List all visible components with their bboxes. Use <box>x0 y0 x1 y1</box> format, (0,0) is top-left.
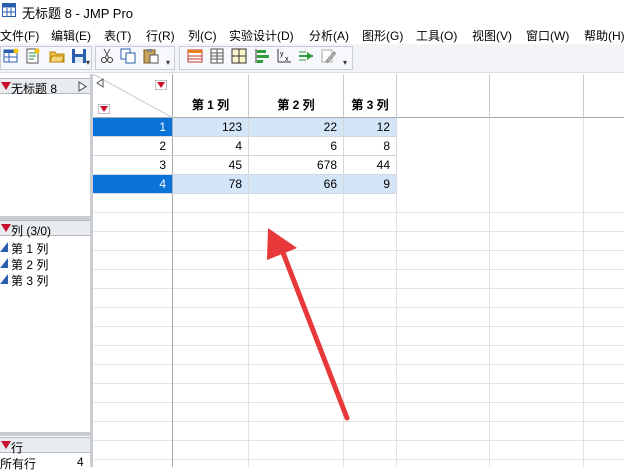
columns-count-label: 列 (3/0) <box>11 224 52 238</box>
menu-file[interactable]: 文件(F) <box>0 27 39 44</box>
svg-text:y: y <box>280 51 284 58</box>
grid-vline <box>343 194 344 467</box>
grid-icon[interactable] <box>231 48 247 64</box>
left-panel: 无标题 8 列 (3/0) 第 1 列 第 2 列 第 3 列 行 所有行 4 <box>0 74 90 471</box>
row-header-border <box>172 194 173 467</box>
title-bar: 无标题 8 - JMP Pro <box>0 0 624 22</box>
menu-rows[interactable]: 行(R) <box>146 27 175 44</box>
all-rows-label: 所有行 <box>0 457 37 471</box>
collapse-arrow-icon[interactable] <box>78 81 87 92</box>
red-triangle-menu-icon[interactable] <box>1 82 11 91</box>
toolbar-overflow-icon[interactable]: ▾ <box>86 58 90 67</box>
grid-corner[interactable] <box>93 74 173 118</box>
empty-column-header[interactable] <box>584 74 624 118</box>
column-header[interactable]: 第 3 列 <box>344 74 397 118</box>
menu-view[interactable]: 视图(V) <box>472 27 512 44</box>
data-table-icon[interactable] <box>187 48 203 64</box>
new-table-icon[interactable] <box>3 48 19 64</box>
table-cell[interactable]: 66 <box>249 175 344 194</box>
menu-bar: 文件(F) 编辑(E) 表(T) 行(R) 列(C) 实验设计(D) 分析(A)… <box>0 24 624 44</box>
menu-edit[interactable]: 编辑(E) <box>51 27 91 44</box>
spreadsheet-icon[interactable] <box>209 48 225 64</box>
window-title: 无标题 8 - JMP Pro <box>22 6 134 21</box>
menu-window[interactable]: 窗口(W) <box>526 27 569 44</box>
row-header[interactable]: 1 <box>93 118 173 137</box>
toolbar-overflow-icon-2[interactable]: ▾ <box>166 58 170 67</box>
column-red-triangle-icon[interactable] <box>155 80 167 90</box>
table-name-label: 无标题 8 <box>11 82 58 96</box>
menu-graph[interactable]: 图形(G) <box>362 27 403 44</box>
table-cell[interactable]: 4 <box>173 137 249 156</box>
grid-vline <box>248 194 249 467</box>
continuous-column-icon <box>0 274 8 284</box>
data-grid: 第 1 列 第 2 列 第 3 列 1 123 22 12 2 4 6 8 3 … <box>93 74 624 467</box>
table-cell[interactable]: 8 <box>344 137 397 156</box>
column-header-label: 第 1 列 <box>191 98 230 112</box>
empty-column-header[interactable] <box>397 74 490 118</box>
table-cell[interactable]: 22 <box>249 118 344 137</box>
cut-icon[interactable] <box>99 48 115 64</box>
column-header[interactable]: 第 2 列 <box>249 74 344 118</box>
fit-xy-icon[interactable]: y x <box>276 48 292 64</box>
column-list-label: 第 2 列 <box>11 258 49 272</box>
column-header-label: 第 3 列 <box>351 98 389 112</box>
empty-column-header[interactable] <box>490 74 584 118</box>
table-cell[interactable]: 9 <box>344 175 397 194</box>
red-triangle-menu-icon[interactable] <box>1 224 11 233</box>
continuous-column-icon <box>0 258 8 268</box>
open-folder-icon[interactable] <box>49 48 65 64</box>
rows-panel-header[interactable]: 行 <box>0 437 90 455</box>
save-icon[interactable] <box>71 48 87 64</box>
column-header-label: 第 2 列 <box>277 98 315 112</box>
grid-vline <box>489 118 490 467</box>
scatter-icon[interactable] <box>298 48 314 64</box>
table-cell[interactable]: 6 <box>249 137 344 156</box>
columns-panel-header[interactable]: 列 (3/0) <box>0 220 90 238</box>
row-header[interactable]: 2 <box>93 137 173 156</box>
scroll-left-arrow-icon[interactable] <box>96 78 104 88</box>
toolbar-overflow-icon-3[interactable]: ▾ <box>343 58 347 67</box>
panel-separator[interactable] <box>0 432 90 436</box>
menu-help[interactable]: 帮助(H) <box>584 27 624 44</box>
row-header[interactable]: 3 <box>93 156 173 175</box>
new-script-icon[interactable] <box>25 48 41 64</box>
table-cell[interactable]: 12 <box>344 118 397 137</box>
table-cell[interactable]: 78 <box>173 175 249 194</box>
toolbar: ▾ ▾ y x ▾ <box>0 44 624 73</box>
menu-doe[interactable]: 实验设计(D) <box>229 27 294 44</box>
column-list-label: 第 3 列 <box>11 274 49 288</box>
menu-tools[interactable]: 工具(O) <box>416 27 457 44</box>
column-header[interactable]: 第 1 列 <box>173 74 249 118</box>
table-cell[interactable]: 44 <box>344 156 397 175</box>
copy-icon[interactable] <box>120 48 136 64</box>
row-red-triangle-icon[interactable] <box>98 104 110 114</box>
menu-analyze[interactable]: 分析(A) <box>309 27 349 44</box>
paste-icon[interactable] <box>143 48 159 64</box>
svg-text:x: x <box>285 56 289 63</box>
continuous-column-icon <box>0 242 8 252</box>
jmp-app-icon <box>2 3 16 17</box>
bar-chart-icon[interactable] <box>254 48 270 64</box>
table-cell[interactable]: 123 <box>173 118 249 137</box>
menu-cols[interactable]: 列(C) <box>188 27 217 44</box>
grid-vline <box>583 118 584 467</box>
script-pencil-icon[interactable] <box>320 48 336 64</box>
red-triangle-menu-icon[interactable] <box>1 441 11 450</box>
table-cell[interactable]: 45 <box>173 156 249 175</box>
table-cell[interactable]: 678 <box>249 156 344 175</box>
row-header[interactable]: 4 <box>93 175 173 194</box>
grid-vline <box>396 194 397 467</box>
rows-panel-label: 行 <box>11 441 24 455</box>
column-list-label: 第 1 列 <box>11 242 49 256</box>
table-panel-header[interactable]: 无标题 8 <box>0 78 90 96</box>
menu-table[interactable]: 表(T) <box>104 27 131 44</box>
